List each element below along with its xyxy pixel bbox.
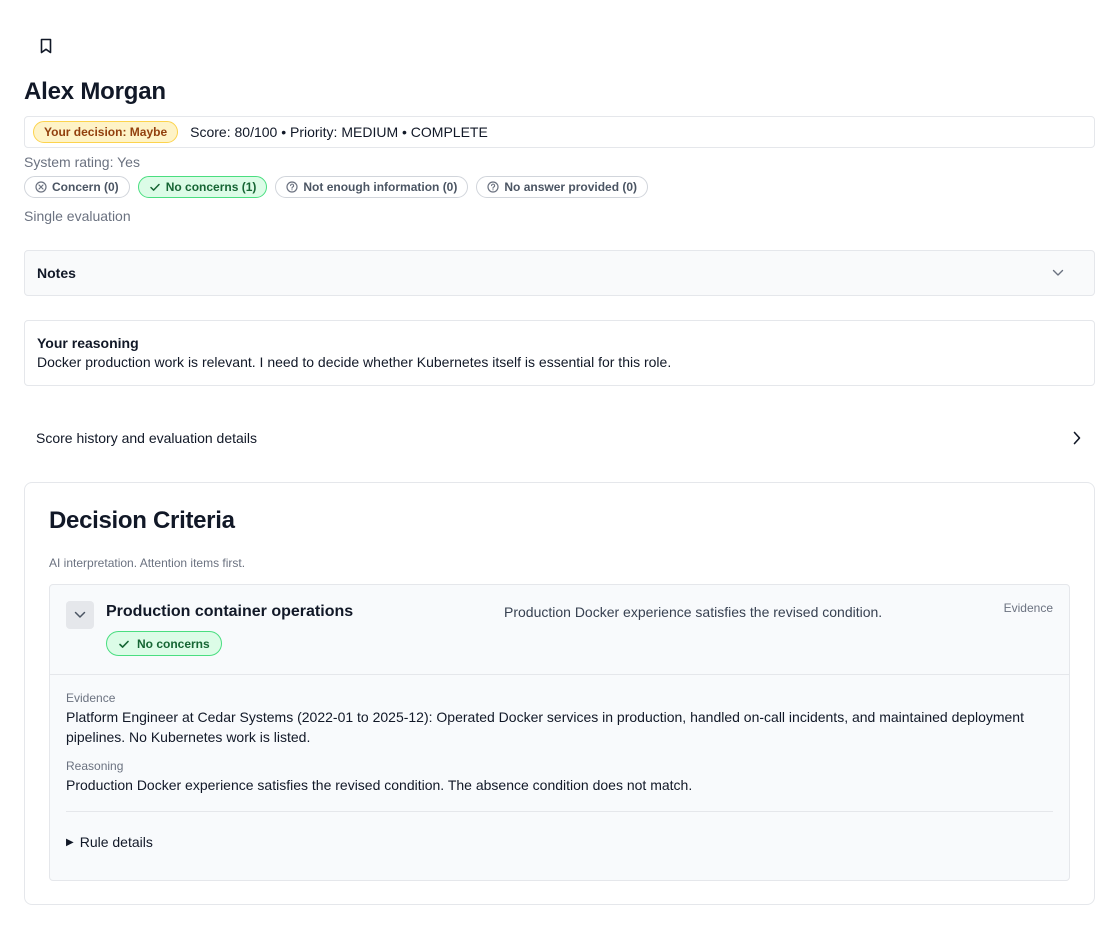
system-rating: System rating: Yes — [24, 154, 140, 170]
criteria-title: Decision Criteria — [49, 507, 235, 534]
chevron-down-icon — [74, 611, 86, 618]
criterion-body: Evidence Platform Engineer at Cedar Syst… — [50, 675, 1069, 850]
bookmark-button[interactable] — [34, 34, 58, 58]
criterion-reasoning-text: Production Docker experience satisfies t… — [66, 777, 693, 793]
criterion-name: Production container operations — [106, 603, 354, 620]
filter-not-enough-information[interactable]: Not enough information (0) — [275, 176, 469, 198]
chevron-down-icon — [1052, 269, 1064, 276]
criteria-subtitle: AI interpretation. Attention items first… — [49, 556, 246, 570]
check-icon — [119, 640, 129, 648]
disclosure-triangle-icon: ▶ — [66, 836, 74, 848]
evidence-link[interactable]: Evidence — [1004, 601, 1053, 615]
chevron-right-icon — [1073, 431, 1081, 445]
rule-details-label: Rule details — [79, 834, 153, 850]
criterion-header: Production container operations No conce… — [50, 585, 1069, 675]
filter-label: No answer provided (0) — [504, 180, 638, 194]
filter-label: No concerns (1) — [165, 180, 257, 194]
candidate-name: Alex Morgan — [24, 78, 166, 105]
x-circle-icon — [35, 181, 47, 193]
your-reasoning: Your reasoning Docker production work is… — [24, 320, 1095, 386]
question-circle-icon — [286, 181, 298, 193]
check-icon — [149, 183, 160, 191]
divider — [66, 811, 1053, 812]
evaluation-mode: Single evaluation — [24, 208, 131, 224]
filter-row: Concern (0) No concerns (1) Not enough i… — [24, 176, 649, 198]
score-summary: Score: 80/100 • Priority: MEDIUM • COMPL… — [190, 124, 488, 140]
bookmark-icon — [40, 38, 52, 54]
reasoning-title: Your reasoning — [37, 335, 139, 351]
reasoning-text: Docker production work is relevant. I ne… — [37, 354, 672, 370]
evidence-label: Evidence — [66, 691, 116, 705]
filter-no-answer-provided[interactable]: No answer provided (0) — [476, 176, 649, 198]
question-circle-icon — [487, 181, 499, 193]
criterion-status-label: No concerns — [137, 636, 210, 651]
notes-label: Notes — [37, 265, 76, 281]
decision-criteria-card: Decision Criteria AI interpretation. Att… — [24, 482, 1095, 905]
filter-label: Not enough information (0) — [303, 180, 458, 194]
reasoning-section: Reasoning Production Docker experience s… — [66, 759, 1053, 795]
criterion-status-badge: No concerns — [106, 631, 222, 656]
collapse-criterion-button[interactable] — [66, 601, 94, 629]
decision-badge: Your decision: Maybe — [33, 121, 179, 143]
reasoning-label: Reasoning — [66, 759, 124, 773]
evidence-section: Evidence Platform Engineer at Cedar Syst… — [66, 691, 1053, 747]
summary-bar: Your decision: Maybe Score: 80/100 • Pri… — [24, 116, 1095, 148]
score-history-toggle[interactable]: Score history and evaluation details — [24, 420, 1095, 456]
filter-concern[interactable]: Concern (0) — [24, 176, 130, 198]
filter-no-concerns[interactable]: No concerns (1) — [137, 176, 268, 198]
history-label: Score history and evaluation details — [36, 430, 258, 446]
rule-details-toggle[interactable]: ▶ Rule details — [66, 834, 1053, 850]
criterion-summary: Production Docker experience satisfies t… — [504, 604, 883, 620]
notes-toggle[interactable]: Notes — [24, 250, 1095, 296]
filter-label: Concern (0) — [52, 180, 119, 194]
evidence-text: Platform Engineer at Cedar Systems (2022… — [66, 709, 1024, 745]
criterion-item: Production container operations No conce… — [49, 584, 1070, 881]
